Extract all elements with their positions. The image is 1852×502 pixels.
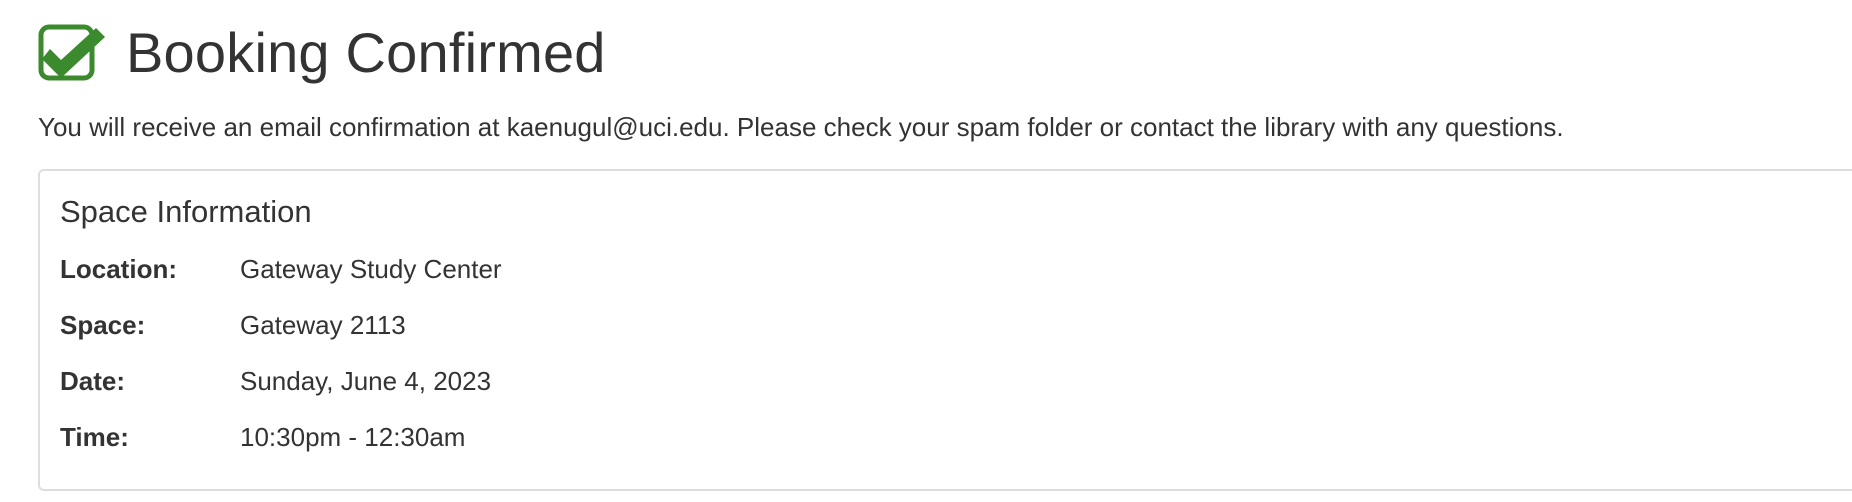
date-label: Date: (60, 366, 126, 396)
info-row-location: Location: Gateway Study Center (60, 251, 502, 287)
booking-confirmation-page: Booking Confirmed You will receive an em… (0, 0, 1852, 502)
confirmation-header: Booking Confirmed (38, 22, 606, 84)
time-label: Time: (60, 422, 129, 452)
panel-title: Space Information (60, 194, 312, 229)
info-row-date: Date: Sunday, June 4, 2023 (60, 363, 491, 399)
space-value: Gateway 2113 (240, 310, 406, 340)
email-confirmation-notice: You will receive an email confirmation a… (38, 112, 1564, 142)
time-value: 10:30pm - 12:30am (240, 422, 466, 452)
space-label: Space: (60, 310, 146, 340)
location-label: Location: (60, 254, 177, 284)
info-row-space: Space: Gateway 2113 (60, 307, 406, 343)
info-row-time: Time: 10:30pm - 12:30am (60, 419, 465, 455)
check-square-icon (38, 22, 108, 84)
location-value: Gateway Study Center (240, 254, 502, 284)
space-information-panel: Space Information Location: Gateway Stud… (38, 169, 1852, 491)
page-title: Booking Confirmed (126, 21, 606, 84)
date-value: Sunday, June 4, 2023 (240, 366, 492, 396)
